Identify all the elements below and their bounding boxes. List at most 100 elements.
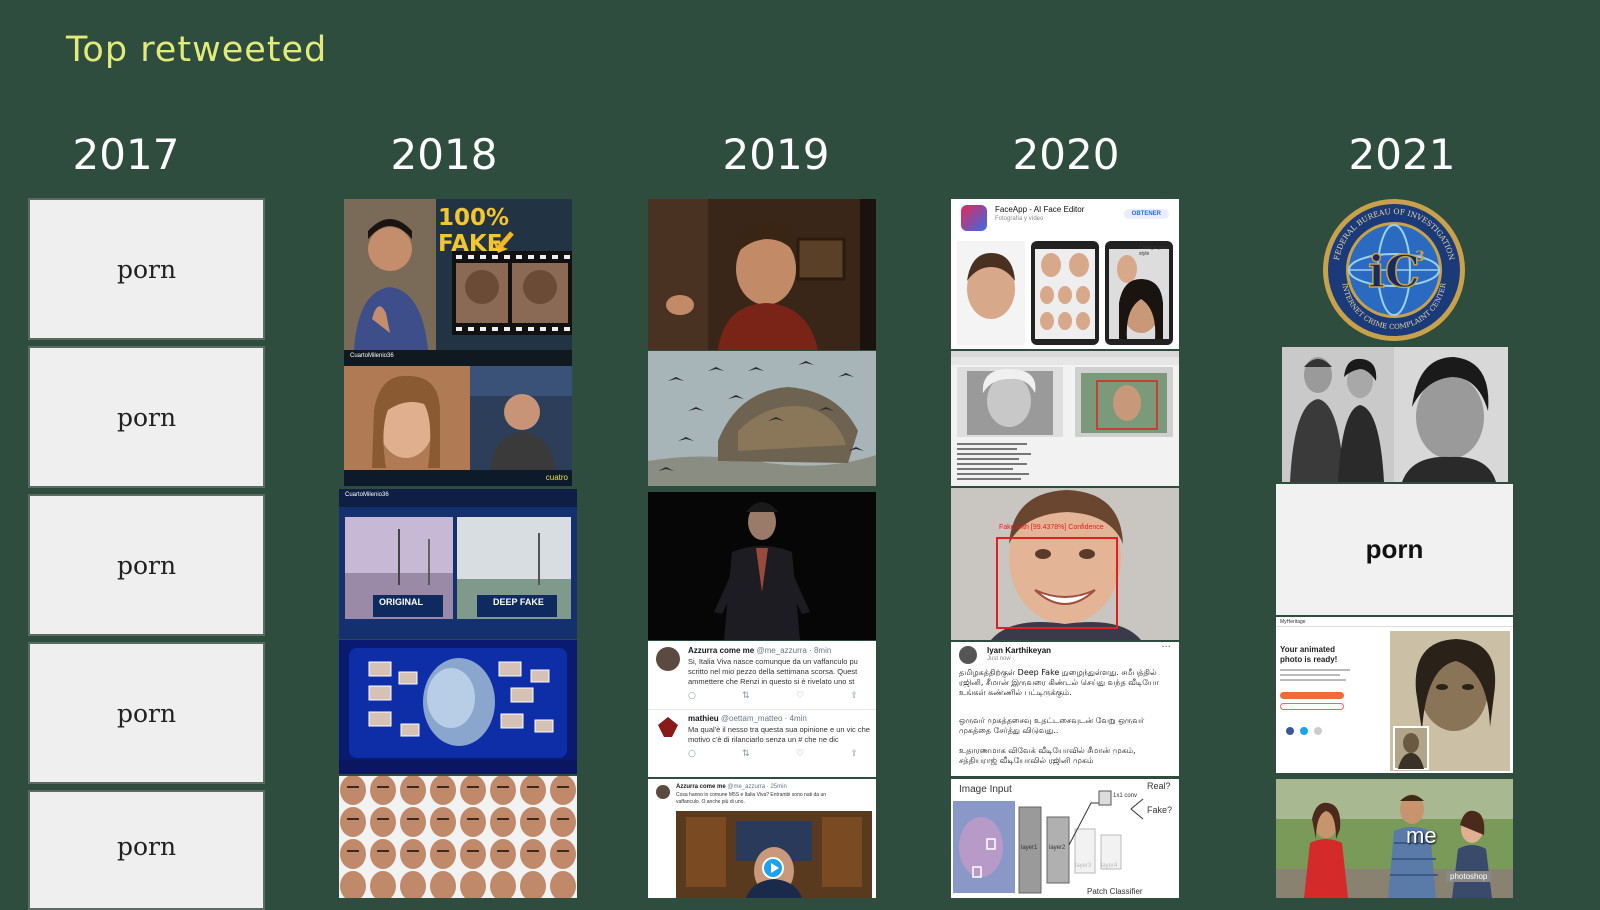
share-icon[interactable]: ⇪ (850, 691, 858, 701)
app-category: Fotografía y vídeo (995, 216, 1044, 222)
share-icon[interactable]: ⇪ (850, 749, 858, 759)
original-label: ORIGINAL (379, 597, 423, 607)
placeholder-tile: porn (28, 494, 265, 636)
tweet-thumbnail-birds (648, 351, 876, 486)
slide-title: Top retweeted (66, 30, 328, 70)
tweet-handle: @me_azzurra · 25min (727, 784, 787, 790)
meme-distracted-boyfriend: me photoshop (1276, 779, 1513, 898)
avatar (959, 646, 977, 664)
placeholder-label: porn (116, 402, 177, 432)
app-name: FaceApp - AI Face Editor (995, 205, 1085, 214)
retweet-icon[interactable]: ⇅ (742, 691, 750, 701)
placeholder-tile: porn (28, 346, 265, 488)
meme-label-me: me (1406, 823, 1437, 848)
app-side-text: Change your style (1139, 245, 1168, 257)
post-time: Just now · (987, 656, 1015, 662)
tweet-thumbnail-original-vs-deepfake: CuartoMilenio36 ORIGINAL DEEP FAKE (339, 489, 577, 639)
play-button[interactable] (762, 857, 784, 879)
tweet-author: Azzurra come me (688, 646, 755, 655)
tweet-handle: @me_azzurra · 8min (756, 646, 832, 655)
fake-label: Fake? (1147, 805, 1173, 815)
year-2019: 2019 (722, 130, 830, 179)
cuatro-tag: cuatro (545, 473, 568, 482)
avatar (658, 717, 678, 737)
tweet-text: Ma qual'è il nesso tra questa sua opinio… (688, 725, 870, 744)
mh-primary-button[interactable] (1280, 692, 1344, 699)
tweet-item: Azzurra come me @me_azzurra · 8min Si, I… (648, 643, 876, 710)
vintage-photo-couple (1282, 347, 1508, 482)
tweet-video[interactable] (676, 811, 872, 898)
software-screenshot-einstein (951, 351, 1179, 486)
myheritage-screenshot: MyHeritage Your animated photo is ready! (1276, 617, 1513, 773)
tweet-author: mathieu (688, 714, 719, 723)
network-architecture-diagram: Image Input layer1 layer2 layer3 layer4 … (951, 779, 1179, 898)
deepfake-detection-face: Fake with [99.4378%] Confidence (951, 488, 1179, 640)
year-2018: 2018 (390, 130, 498, 179)
post-text: தமிழகத்திற்குள் Deep Fake நுழைந்துள்ளது.… (959, 668, 1159, 697)
tweet-handle: @oettam_matteo · 4min (720, 714, 807, 723)
year-2021: 2021 (1348, 130, 1456, 179)
svg-text:3: 3 (1415, 249, 1425, 265)
layer-label: layer1 (1021, 845, 1038, 851)
tweet-text: Cosa hanno in comune M5S e Italia Viva? … (676, 792, 826, 805)
placeholder-tile: porn (28, 790, 265, 910)
channel-tag: CuartoMilenio36 (345, 492, 389, 498)
tweet-thumbnail-movie-still (648, 199, 876, 350)
layer-label: layer2 (1049, 845, 1066, 851)
channel-tag: CuartoMilenio36 (350, 353, 394, 359)
tweet-screenshot-italian: Azzurra come me @me_azzurra · 8min Si, I… (648, 641, 876, 777)
layer-label: layer4 (1101, 863, 1118, 869)
mh-headline: Your animated photo is ready! (1280, 645, 1338, 664)
avatar (656, 785, 670, 799)
post-text: உதாரணமாக விவேக் வீடியோவில் சீமான் முகம்,… (959, 746, 1136, 765)
real-label: Real? (1147, 781, 1171, 791)
app-get-button[interactable]: OBTENER (1123, 209, 1169, 219)
year-2017: 2017 (72, 130, 180, 179)
reply-icon[interactable]: ○ (688, 691, 696, 701)
mh-secondary-button[interactable] (1280, 703, 1344, 710)
placeholder-tile: porn (28, 198, 265, 340)
tweet-thumbnail-ai-face (339, 640, 577, 774)
ic3-seal-logo: iC 3 FEDERAL BUREAU OF INVESTIGATION INT… (1322, 197, 1466, 343)
app-icon (961, 205, 987, 231)
facebook-icon[interactable] (1286, 727, 1294, 735)
mh-brand: MyHeritage (1280, 619, 1306, 625)
reply-icon[interactable]: ○ (688, 749, 696, 759)
mh-body-lines (1280, 669, 1350, 681)
fake-banner: 100% FAKE (438, 205, 510, 257)
year-2020: 2020 (1012, 130, 1120, 179)
conv-label: 1x1 conv (1113, 793, 1138, 799)
placeholder-label: porn (116, 254, 177, 284)
avatar (656, 647, 680, 671)
svg-text:iC: iC (1368, 247, 1420, 298)
layer-label: layer3 (1075, 863, 1092, 869)
tweet-thumbnail-fake-obama: 100% FAKE (344, 199, 572, 350)
mh-social-icons (1286, 727, 1322, 735)
tweet-screenshot-video: Azzurra come me @me_azzurra · 25min Cosa… (648, 779, 876, 898)
retweet-icon[interactable]: ⇅ (742, 749, 750, 759)
placeholder-label: porn (116, 698, 177, 728)
tweet-actions: ○ ⇅ ♡ ⇪ (688, 749, 858, 759)
link-icon[interactable] (1314, 727, 1322, 735)
like-icon[interactable]: ♡ (796, 691, 804, 701)
social-post-tamil: Iyan Karthikeyan Just now · ··· தமிழகத்த… (951, 642, 1179, 776)
tweet-item: mathieu @oettam_matteo · 4min Ma qual'è … (648, 711, 876, 777)
placeholder-label: porn (116, 550, 177, 580)
meme-label-photoshop: photoshop (1446, 871, 1492, 882)
tweet-thumbnail-cuarto-milenio: CuartoMilenio36 cuatro (344, 350, 572, 486)
patch-label: Patch Classifier (1087, 887, 1143, 896)
placeholder-tile: porn (1276, 484, 1513, 615)
tweet-actions: ○ ⇅ ♡ ⇪ (688, 691, 858, 701)
placeholder-tile: porn (28, 642, 265, 784)
twitter-icon[interactable] (1300, 727, 1308, 735)
tweet-text: Si, Italia Viva nasce comunque da un vaf… (688, 657, 858, 686)
tweet-author: Azzurra come me (676, 784, 726, 790)
more-options-icon[interactable]: ··· (1161, 642, 1171, 653)
post-text: ஒருவர் முகத்தசைவு உதட்டசைவுடன் வேறு ஒருவ… (959, 716, 1145, 735)
tweet-thumbnail-man-suit (648, 492, 876, 640)
like-icon[interactable]: ♡ (796, 749, 804, 759)
placeholder-label: porn (116, 831, 177, 861)
deepfake-label: DEEP FAKE (493, 597, 544, 607)
tweet-thumbnail-face-grid (339, 776, 577, 898)
app-store-faceapp: FaceApp - AI Face Editor Fotografía y ví… (951, 199, 1179, 349)
